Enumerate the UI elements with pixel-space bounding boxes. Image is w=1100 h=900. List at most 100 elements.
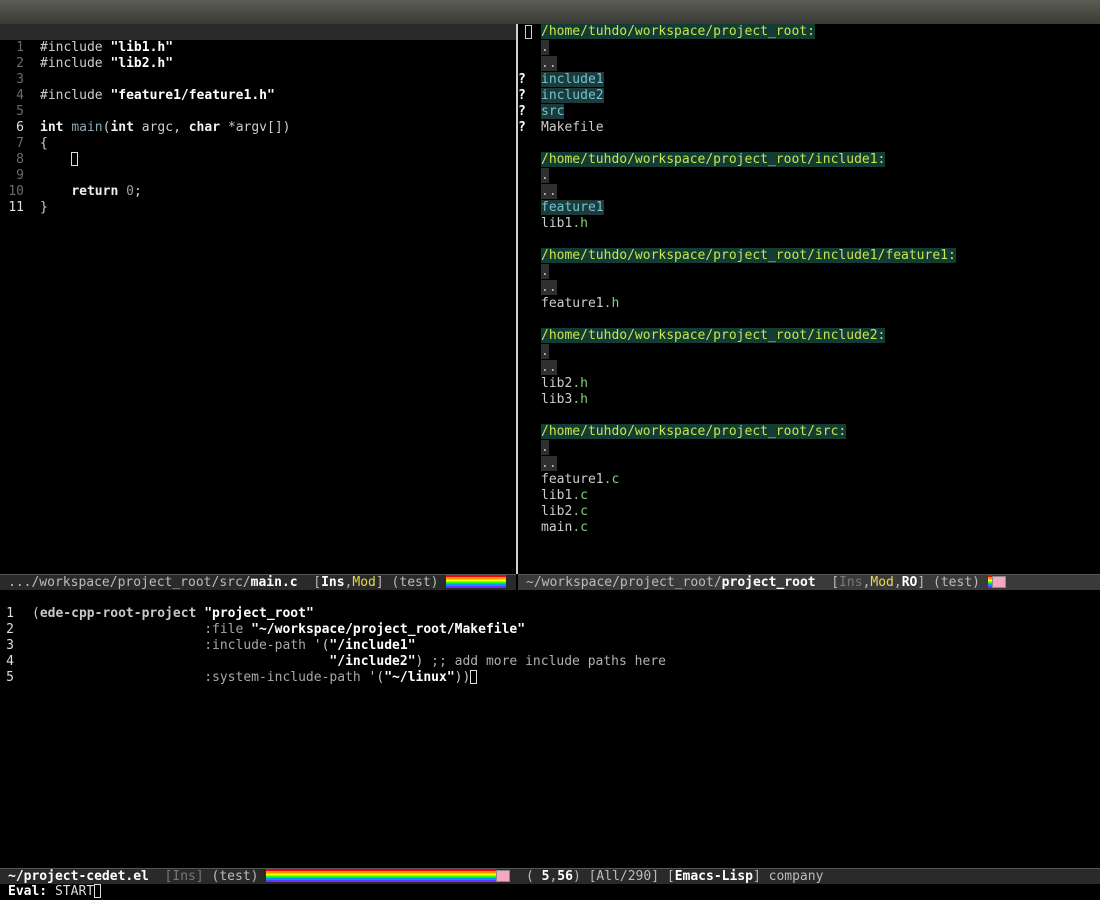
dired-entry-lib2-c[interactable]: lib2.c [518,504,1100,520]
code-line[interactable]: 8 [0,152,516,168]
modeline-minor-mode: (test) [203,869,267,884]
vc-unknown-mark: ? [518,104,526,119]
dired-entry-feature1[interactable]: feature1 [518,200,1100,216]
preprocessor-directive: #include [40,40,111,55]
dired-entry-include2[interactable]: ? include2 [518,88,1100,104]
dired-entry-feature1-c[interactable]: feature1.c [518,472,1100,488]
minibuffer[interactable]: Eval: START [0,884,1100,900]
include-file: "feature1/feature1.h" [110,88,275,103]
text-cursor [94,884,102,898]
modeline-mod-flag: Mod [352,575,376,590]
dired-entry-makefile[interactable]: ? Makefile [518,120,1100,136]
code-line[interactable]: 1 #include "lib1.h" [0,40,516,56]
dired-entry-dot[interactable]: . [518,264,1100,280]
minibuffer-prompt: Eval: [8,884,48,899]
modeline-filename: main.c [250,575,298,590]
code-line[interactable]: 6 int main(int argc, char *argv[]) [0,120,516,136]
code-line[interactable]: 11} [0,200,516,216]
comment: ;; add more include paths here [423,654,666,669]
dired-entry-main-c[interactable]: main.c [518,520,1100,536]
nyan-cat-icon [991,576,1006,588]
dired-header[interactable]: /home/tuhdo/workspace/project_root/inclu… [518,328,1100,344]
modeline-minor-mode: (test) [383,575,447,590]
line-number: 9 [16,168,24,183]
dired-entry-dotdot[interactable]: .. [518,184,1100,200]
line-number: 1 [16,40,24,55]
code-line[interactable]: 4 #include "feature1/feature1.h" [0,88,516,104]
code-line[interactable]: 4 "/include2") ;; add more include paths… [0,654,1100,670]
string-literal: "~/linux" [384,670,455,685]
dired-entry-dotdot[interactable]: .. [518,280,1100,296]
modeline-filename: project_root [721,575,816,590]
dired-entry-dot[interactable]: . [518,40,1100,56]
code-line[interactable]: 10 return 0; [0,184,516,200]
function-name: main [71,120,103,135]
window-titlebar[interactable] [0,0,1100,24]
dired-entry-feature1-h[interactable]: feature1.h [518,296,1100,312]
dired-entry-lib1-h[interactable]: lib1.h [518,216,1100,232]
dired-entry-dotdot[interactable]: .. [518,56,1100,72]
vc-unknown-mark: ? [518,72,526,87]
code-line[interactable]: 3 :include-path '("/include1" [0,638,1100,654]
dired-entry-dot[interactable]: . [518,344,1100,360]
brace-open: { [40,136,48,151]
line-number: 8 [16,152,24,167]
modeline-minor-mode: (test) [925,575,988,590]
code-line[interactable]: 7{ [0,136,516,152]
dired-entry-lib1-c[interactable]: lib1.c [518,488,1100,504]
keyword-arg: :file [204,622,244,637]
modeline-path: ~/workspace/project_root/ [526,575,722,590]
modeline-mod-flag: Mod [870,575,894,590]
line-number: 2 [6,622,14,637]
code-line[interactable]: 9 [0,168,516,184]
dired-entry-dotdot[interactable]: .. [518,360,1100,376]
string-literal: "/include2" [329,654,416,669]
dired-entry-dot[interactable]: . [518,440,1100,456]
dired-buffer[interactable]: /home/tuhdo/workspace/project_root: . ..… [518,24,1100,574]
dired-entry-src[interactable]: ? src [518,104,1100,120]
dired-entry-lib3-h[interactable]: lib3.h [518,392,1100,408]
nyan-rainbow-icon [266,869,497,882]
nyan-rainbow-icon [446,575,507,588]
keyword-char: char [188,120,221,135]
line-number: 2 [16,56,24,71]
left-pane-header-strip [0,24,516,40]
line-number: 1 [6,606,14,621]
editor-main-c[interactable]: 1 #include "lib1.h" 2 #include "lib2.h" 3 … [0,40,516,574]
string-literal: "~/workspace/project_root/Makefile" [251,622,526,637]
dired-header[interactable]: /home/tuhdo/workspace/project_root: [518,24,1100,40]
modeline-dired[interactable]: ~/workspace/project_root/project_root [I… [518,574,1100,590]
keyword-return: return [71,184,119,199]
modeline-company-mode: company [760,869,824,884]
vc-unknown-mark: ? [518,120,526,135]
dired-entry-include1[interactable]: ? include1 [518,72,1100,88]
code-line[interactable]: 3 [0,72,516,88]
line-number: 6 [16,120,24,135]
editor-project-cedet-el[interactable]: 1 (ede-cpp-root-project "project_root" 2 … [0,606,1100,868]
dired-header[interactable]: /home/tuhdo/workspace/project_root/inclu… [518,248,1100,264]
dired-entry-dotdot[interactable]: .. [518,456,1100,472]
dired-header[interactable]: /home/tuhdo/workspace/project_root/inclu… [518,152,1100,168]
string-literal: "/include1" [329,638,416,653]
code-line[interactable]: 1 (ede-cpp-root-project "project_root" [0,606,1100,622]
dired-entry-lib2-h[interactable]: lib2.h [518,376,1100,392]
dired-cursor [525,25,532,39]
window-gap [0,590,1100,606]
line-number: 4 [6,654,14,669]
preprocessor-directive: #include [40,88,111,103]
modeline-main-c[interactable]: .../workspace/project_root/src/main.c [I… [0,574,516,590]
keyword-arg: :system-include-path [204,670,361,685]
code-line[interactable]: 5 :system-include-path '("~/linux")) [0,670,1100,686]
number-literal: 0 [126,184,134,199]
dired-entry-dot[interactable]: . [518,168,1100,184]
modeline-project-cedet-el[interactable]: ~/project-cedet.el [Ins] (test) ( 5,56) … [0,868,1100,884]
code-line[interactable]: 5 [0,104,516,120]
code-line[interactable]: 2 :file "~/workspace/project_root/Makefi… [0,622,1100,638]
dired-header[interactable]: /home/tuhdo/workspace/project_root/src: [518,424,1100,440]
minibuffer-input[interactable]: START [47,884,94,899]
code-line[interactable]: 2 #include "lib2.h" [0,56,516,72]
line-number: 11 [8,200,24,215]
line-number: 5 [16,104,24,119]
include-file: "lib1.h" [110,40,174,55]
